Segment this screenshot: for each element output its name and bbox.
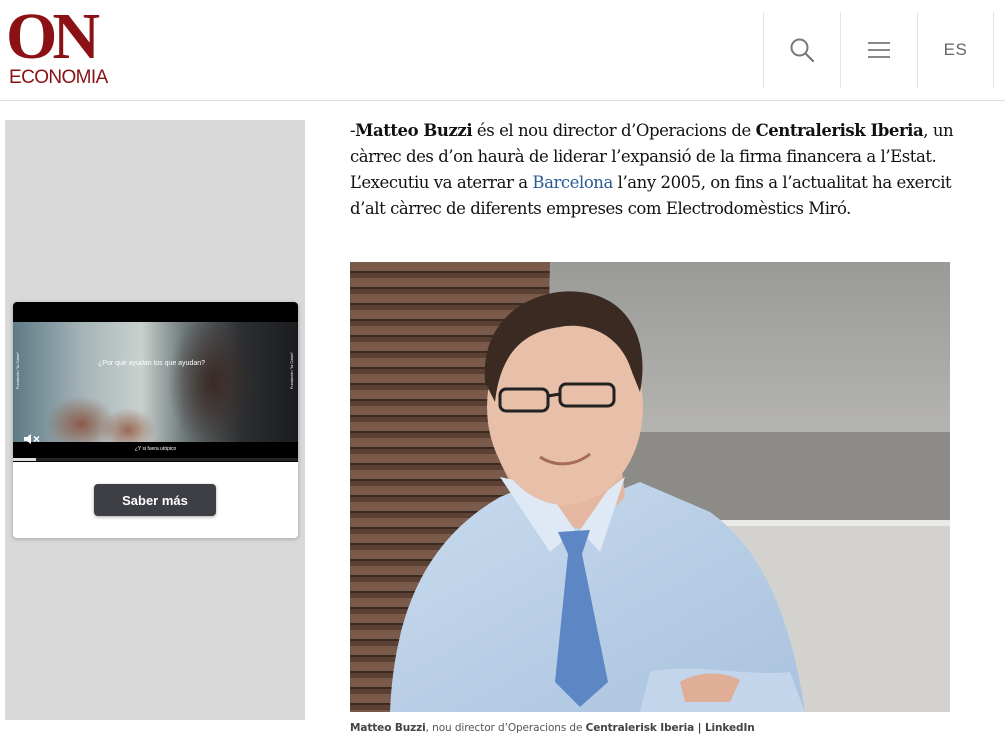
ad-video[interactable]: Fundación "la Caixa" Fundación "la Caixa… bbox=[13, 302, 298, 462]
article-paragraph: -Matteo Buzzi és el nou director d’Opera… bbox=[350, 118, 990, 222]
caption-text: , nou director d’Operacions de bbox=[425, 722, 586, 734]
sidebar-ad-slot: Fundación "la Caixa" Fundación "la Caixa… bbox=[5, 120, 305, 720]
menu-button[interactable] bbox=[840, 12, 917, 88]
ad-video-caption: ¿Por qué ayudan los que ayudan? bbox=[98, 360, 206, 367]
caption-name: Matteo Buzzi bbox=[350, 722, 426, 734]
ad-side-label-left: Fundación "la Caixa" bbox=[15, 352, 20, 390]
search-icon bbox=[790, 38, 815, 63]
barcelona-link[interactable]: Barcelona bbox=[532, 173, 613, 192]
caption-source: | LinkedIn bbox=[694, 722, 755, 734]
person-name: Matteo Buzzi bbox=[355, 121, 473, 140]
ad-video-progress-fill bbox=[13, 458, 36, 461]
search-button[interactable] bbox=[763, 12, 840, 88]
company-name: Centralerisk Iberia bbox=[755, 121, 924, 140]
article-photo bbox=[350, 262, 950, 712]
ad-card[interactable]: Fundación "la Caixa" Fundación "la Caixa… bbox=[13, 302, 298, 538]
portrait-illustration bbox=[350, 262, 950, 712]
site-logo[interactable]: ON ECONOMIA bbox=[6, 4, 116, 92]
ad-side-label-right: Fundación "la Caixa" bbox=[289, 352, 294, 390]
photo-caption: Matteo Buzzi, nou director d’Operacions … bbox=[350, 722, 755, 734]
site-header: ON ECONOMIA ES bbox=[0, 0, 1005, 101]
caption-company: Centralerisk Iberia bbox=[585, 722, 695, 734]
ad-cta-button[interactable]: Saber más bbox=[94, 484, 216, 516]
logo-on-text: ON bbox=[6, 0, 100, 73]
hamburger-menu-icon bbox=[868, 42, 890, 58]
ad-video-frame bbox=[13, 322, 298, 442]
logo-economia-text: ECONOMIA bbox=[9, 67, 108, 88]
language-switch-button[interactable]: ES bbox=[917, 12, 994, 88]
ad-video-subtitle: ¿Y si fuera utópico bbox=[134, 446, 177, 452]
mute-speaker-icon[interactable] bbox=[23, 432, 41, 446]
ad-video-progress[interactable] bbox=[13, 458, 298, 461]
article-text-1: és el nou director d’Operacions de bbox=[472, 121, 756, 140]
language-label: ES bbox=[943, 40, 968, 59]
